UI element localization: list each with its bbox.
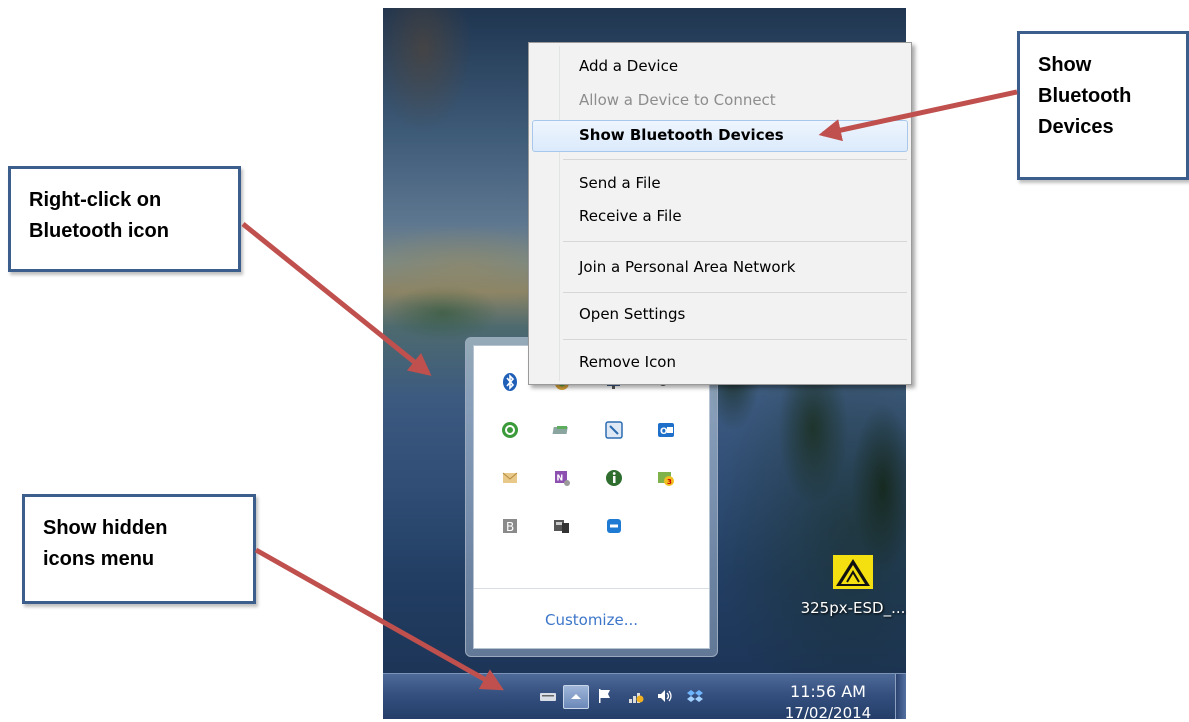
volume-icon[interactable] bbox=[655, 686, 675, 706]
svg-text:B: B bbox=[506, 520, 514, 534]
clock-date[interactable]: 17/02/2014 bbox=[778, 704, 878, 722]
esd-warning-icon bbox=[833, 555, 873, 589]
show-desktop-button[interactable] bbox=[895, 674, 906, 719]
taskbar: 11:56 AM 17/02/2014 bbox=[383, 673, 906, 722]
tool-app-icon[interactable] bbox=[596, 416, 632, 444]
callout-right-click: Right-click on Bluetooth icon bbox=[8, 166, 241, 272]
callout-show-bluetooth-line3: Devices bbox=[1038, 116, 1114, 138]
menu-item-send-file[interactable]: Send a File bbox=[579, 168, 661, 198]
menu-separator bbox=[563, 339, 907, 340]
menu-item-join-pan[interactable]: Join a Personal Area Network bbox=[579, 252, 795, 282]
menu-item-receive-file[interactable]: Receive a File bbox=[579, 201, 682, 231]
desktop-shortcut-label: 325px-ESD_... bbox=[800, 599, 906, 617]
callout-right-click-line1: Right-click on bbox=[29, 189, 162, 211]
keyboard-icon[interactable] bbox=[538, 686, 558, 706]
show-hidden-icons-button[interactable] bbox=[563, 685, 589, 709]
bluetooth-icon[interactable] bbox=[492, 368, 528, 396]
hidden-icons-panel: O N 3 B Customize... bbox=[473, 345, 710, 649]
menu-separator bbox=[563, 241, 907, 242]
remote-support-icon[interactable] bbox=[596, 512, 632, 540]
onenote-icon[interactable]: N bbox=[544, 464, 580, 492]
badge-folder-icon[interactable]: 3 bbox=[648, 464, 684, 492]
callout-show-hidden: Show hidden icons menu bbox=[22, 494, 256, 604]
b-letter-icon[interactable]: B bbox=[492, 512, 528, 540]
menu-gutter bbox=[559, 46, 560, 381]
callout-show-bluetooth-line1: Show bbox=[1038, 54, 1092, 76]
bluetooth-context-menu: Add a Device Allow a Device to Connect S… bbox=[528, 42, 912, 385]
green-refresh-icon[interactable] bbox=[492, 416, 528, 444]
callout-show-bluetooth-line2: Bluetooth bbox=[1038, 85, 1132, 107]
green-info-icon[interactable] bbox=[596, 464, 632, 492]
device-manager-icon[interactable] bbox=[544, 512, 580, 540]
flyout-divider bbox=[474, 588, 709, 589]
callout-show-hidden-line2: icons menu bbox=[43, 548, 155, 570]
clock-time[interactable]: 11:56 AM bbox=[783, 682, 873, 701]
dropbox-icon[interactable] bbox=[685, 686, 705, 706]
outlook-icon[interactable]: O bbox=[648, 416, 684, 444]
menu-separator bbox=[563, 292, 907, 293]
badge-count: 3 bbox=[667, 478, 672, 486]
customize-link[interactable]: Customize... bbox=[474, 611, 709, 629]
hidden-icons-flyout: O N 3 B Customize... bbox=[465, 337, 718, 657]
mail-envelope-icon[interactable] bbox=[492, 464, 528, 492]
menu-item-show-bluetooth-devices[interactable]: Show Bluetooth Devices bbox=[579, 120, 784, 150]
callout-right-click-line2: Bluetooth icon bbox=[29, 220, 169, 242]
menu-item-remove-icon[interactable]: Remove Icon bbox=[579, 347, 676, 377]
action-center-flag-icon[interactable] bbox=[595, 686, 615, 706]
desktop-shortcut-esd[interactable]: 325px-ESD_... bbox=[798, 553, 908, 617]
svg-text:N: N bbox=[557, 474, 564, 483]
chevron-up-icon bbox=[571, 694, 581, 699]
network-signal-icon[interactable] bbox=[626, 686, 646, 706]
svg-text:O: O bbox=[660, 427, 668, 437]
tray-icon-grid: O N 3 B bbox=[492, 368, 684, 540]
card-reader-icon[interactable] bbox=[544, 416, 580, 444]
menu-item-add-device[interactable]: Add a Device bbox=[579, 51, 678, 81]
menu-separator bbox=[563, 159, 907, 160]
menu-item-allow-device: Allow a Device to Connect bbox=[579, 91, 776, 109]
callout-show-bluetooth: Show Bluetooth Devices bbox=[1017, 31, 1189, 180]
callout-show-hidden-line1: Show hidden bbox=[43, 517, 168, 539]
menu-item-open-settings[interactable]: Open Settings bbox=[579, 299, 685, 329]
